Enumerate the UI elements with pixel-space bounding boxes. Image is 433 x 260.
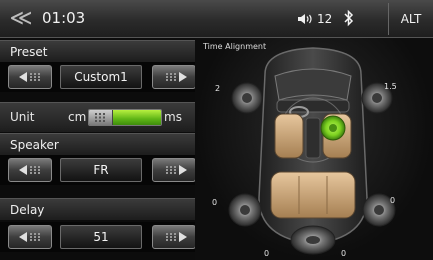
alt-button[interactable]: ALT xyxy=(389,0,433,38)
preset-prev-button[interactable] xyxy=(8,65,52,89)
delay-increase-button[interactable] xyxy=(152,225,196,249)
speaker-selected[interactable] xyxy=(320,115,346,141)
subwoofer-right-value: 0 xyxy=(341,249,347,258)
unit-toggle[interactable] xyxy=(88,109,162,126)
speaker-value: FR xyxy=(60,158,142,182)
settings-panel: Preset Custom1 Unit cm ms Speaker FR Del… xyxy=(0,40,196,260)
unit-option-ms: ms xyxy=(164,110,182,124)
time-alignment-diagram xyxy=(195,38,433,260)
unit-row: Unit cm ms xyxy=(0,102,195,132)
speaker-prev-button[interactable] xyxy=(8,158,52,182)
speaker-next-button[interactable] xyxy=(152,158,196,182)
delay-value: 51 xyxy=(60,225,142,249)
rear-left-value: 0 xyxy=(212,198,218,207)
delay-decrease-button[interactable] xyxy=(8,225,52,249)
back-button[interactable]: ≪ xyxy=(6,6,36,32)
diagram-title: Time Alignment xyxy=(203,42,267,51)
preset-next-button[interactable] xyxy=(152,65,196,89)
toggle-fill xyxy=(113,110,161,125)
clock: 01:03 xyxy=(42,9,86,27)
arrow-left-icon xyxy=(19,232,40,242)
unit-option-cm: cm xyxy=(68,110,87,124)
speaker-label: Speaker xyxy=(0,133,195,155)
speaker-rear-left[interactable] xyxy=(228,193,262,227)
volume-level: 12 xyxy=(317,12,333,26)
delay-control: 51 xyxy=(0,222,196,252)
arrow-left-icon xyxy=(19,72,40,82)
preset-value: Custom1 xyxy=(60,65,142,89)
double-chevron-left-icon: ≪ xyxy=(9,6,33,31)
arrow-right-icon xyxy=(166,72,187,82)
subwoofer-left-value: 0 xyxy=(264,249,270,258)
front-left-value: 2 xyxy=(215,84,221,93)
car-illustration xyxy=(228,47,396,255)
grip-icon xyxy=(95,113,105,122)
speaker-volume-icon xyxy=(298,14,312,24)
toggle-knob[interactable] xyxy=(89,110,113,125)
bluetooth-icon xyxy=(344,9,354,27)
preset-control: Custom1 xyxy=(0,62,196,92)
unit-label: Unit xyxy=(10,110,35,124)
volume-indicator: 12 xyxy=(297,12,332,26)
front-right-value: 1.5 xyxy=(384,82,397,91)
arrow-right-icon xyxy=(166,165,187,175)
speaker-front-left[interactable] xyxy=(231,82,263,114)
status-bar: ≪ 01:03 12 ALT xyxy=(0,0,433,38)
speaker-subwoofer[interactable] xyxy=(290,225,336,255)
speaker-control: FR xyxy=(0,155,196,185)
preset-label: Preset xyxy=(0,40,195,62)
rear-right-value: 0 xyxy=(390,196,396,205)
delay-label: Delay xyxy=(0,198,195,220)
arrow-right-icon xyxy=(166,232,187,242)
arrow-left-icon xyxy=(19,165,40,175)
